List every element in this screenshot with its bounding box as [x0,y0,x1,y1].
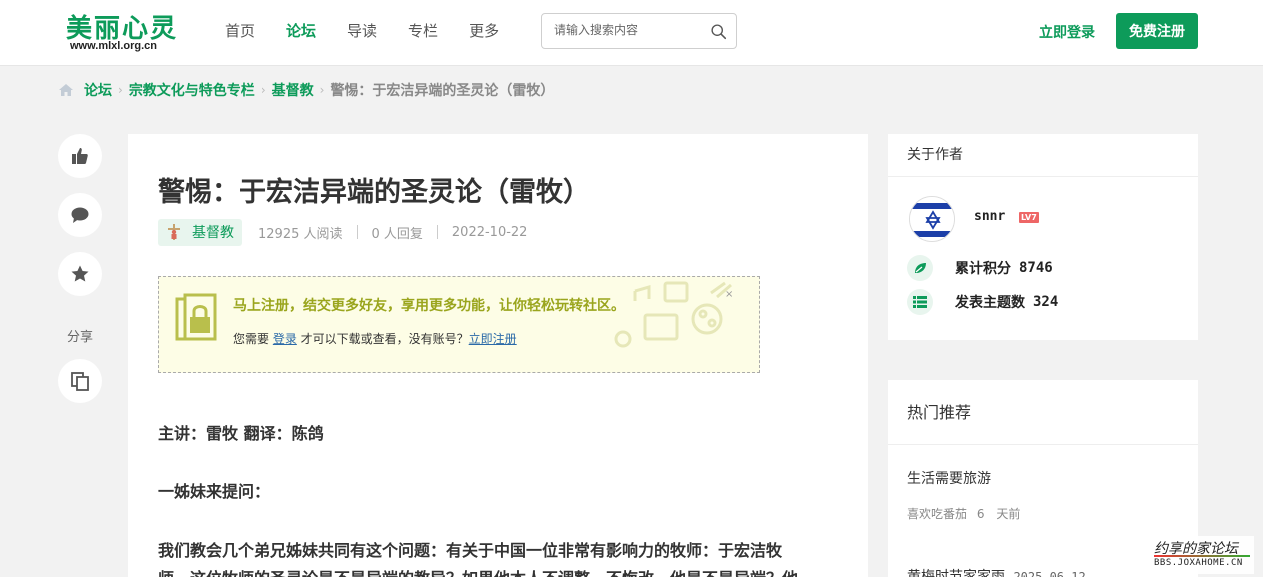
points-value: 8746 [1019,260,1053,276]
login-notice: × 马上注册，结交更多好友，享用更多功能，让你轻松玩转社区。 您需要 登录 才可… [158,276,760,373]
level-badge: LV7 [1019,212,1039,223]
author-name[interactable]: snnr [974,209,1005,224]
cross-figure-icon [168,224,180,240]
list-icon [907,289,933,315]
article-card: 警惕：于宏洁异端的圣灵论（雷牧） 基督教 12925 人阅读 0 人回复 202… [128,134,868,577]
points-label: 累计积分 [955,261,1011,277]
site-watermark: 约享的家论坛 BBS.JOXAHOME.CN [1150,536,1254,574]
comment-icon [71,207,89,223]
hot-item-title-text: 黄梅时节家家雨 [907,569,1005,577]
search-icon[interactable] [710,23,727,40]
israel-flag-icon [910,197,954,241]
article-paragraph: 师，这位牧师的圣灵论是不是异端的教导？如果他本人不调整、不悔改，他是不是异端？他 [158,565,798,577]
favorite-button[interactable] [58,252,102,296]
notice-register-link[interactable]: 立即注册 [469,332,517,346]
breadcrumb-religion-column[interactable]: 宗教文化与特色专栏 [129,80,255,100]
article-paragraph: 一姊妹来提问： [158,482,271,501]
chevron-right-icon: › [118,83,123,97]
breadcrumb-current: 警惕：于宏洁异端的圣灵论（雷牧） [330,83,555,99]
article-title: 警惕：于宏洁异端的圣灵论（雷牧） [158,177,590,208]
reply-count: 0 人回复 [371,226,423,242]
notice-text-before: 您需要 [233,332,273,346]
category-tag[interactable]: 基督教 [158,218,242,246]
nav-columns[interactable]: 专栏 [408,20,438,41]
login-link[interactable]: 立即登录 [1039,22,1095,42]
leaf-icon [907,255,933,281]
author-section-title: 关于作者 [888,134,1198,177]
nav-guide[interactable]: 导读 [347,20,377,41]
notice-text: 您需要 登录 才可以下载或查看，没有账号？立即注册 [233,330,517,347]
hot-item-date: 2025-06-12 [1013,570,1086,577]
divider [356,225,358,239]
hot-item-title[interactable]: 生活需要旅游 [907,468,991,488]
divider [436,225,438,239]
top-header: 美丽心灵 www.mlxl.org.cn 首页 论坛 导读 专栏 更多 立即登录… [0,0,1263,66]
hot-item-count: 6 [976,507,985,521]
watermark-url: BBS.JOXAHOME.CN [1154,558,1243,568]
avatar[interactable] [909,196,955,242]
topics-stat: 发表主题数 324 [907,289,1058,315]
logo-url: www.mlxl.org.cn [70,40,157,52]
watermark-bar [1154,555,1250,557]
like-button[interactable] [58,134,102,178]
view-count: 12925 人阅读 [258,226,343,242]
thumbs-up-icon [72,148,88,164]
article-paragraph: 我们教会几个弟兄姊妹共同有这个问题：有关于中国一位非常有影响力的牧师：于宏洁牧 [158,541,783,560]
nav-forum[interactable]: 论坛 [286,20,316,41]
copy-link-button[interactable] [58,359,102,403]
article-paragraph: 主讲：雷牧 翻译：陈鸽 [158,424,324,443]
notice-login-link[interactable]: 登录 [273,332,297,346]
home-icon[interactable] [58,83,74,97]
nav-more[interactable]: 更多 [469,20,499,41]
topics-label: 发表主题数 [955,295,1025,311]
hot-item-title-2[interactable]: 黄梅时节家家雨 2025-06-12 [907,566,1086,577]
star-icon [71,265,89,282]
lock-document-icon [175,293,217,341]
register-button[interactable]: 免费注册 [1116,13,1198,49]
share-label: 分享 [66,330,93,345]
site-logo[interactable]: 美丽心灵 www.mlxl.org.cn [66,8,176,56]
breadcrumb-christianity[interactable]: 基督教 [272,80,314,100]
hot-section-title: 热门推荐 [888,380,1198,445]
decorative-media-icons: × [614,281,733,348]
hot-item-meta: 喜欢吃番茄 6 天前 [907,505,1020,522]
chevron-right-icon: › [260,83,266,97]
article-meta: 基督教 12925 人阅读 0 人回复 2022-10-22 [158,218,527,246]
chevron-right-icon: › [319,83,325,97]
svg-text:×: × [725,289,733,300]
main-nav: 首页 论坛 导读 专栏 更多 [225,20,530,41]
notice-headline: 马上注册，结交更多好友，享用更多功能，让你轻松玩转社区。 [233,298,625,314]
notice-text-middle: 才可以下载或查看，没有账号？ [296,332,469,346]
author-card: 关于作者 snnr LV7 累计积分 8746 发表主题数 324 [888,134,1198,340]
points-stat: 累计积分 8746 [907,255,1053,281]
hot-item-time: 天前 [996,507,1021,521]
comment-button[interactable] [58,193,102,237]
hot-item-author[interactable]: 喜欢吃番茄 [907,507,967,521]
search-box [541,13,737,49]
breadcrumb-forum[interactable]: 论坛 [84,80,112,100]
topics-value: 324 [1033,294,1059,310]
category-label: 基督教 [192,225,234,241]
search-input[interactable] [554,23,704,37]
post-date: 2022-10-22 [451,224,528,240]
copy-icon [71,372,89,391]
nav-home[interactable]: 首页 [225,20,255,41]
breadcrumb: 论坛 › 宗教文化与特色专栏 › 基督教 › 警惕：于宏洁异端的圣灵论（雷牧） [58,80,554,100]
